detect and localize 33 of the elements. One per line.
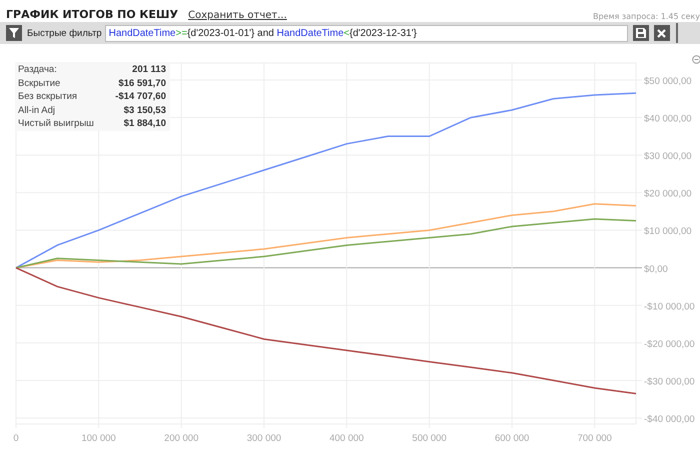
stat-value: -$14 707,60: [114, 90, 167, 104]
stat-label: All-in Adj: [17, 104, 56, 118]
y-tick-label: -$10 000,00: [644, 301, 695, 312]
stat-label: Чистый выигрыш: [17, 117, 95, 131]
y-tick-label: -$20 000,00: [644, 338, 695, 350]
stat-value: $16 591,70: [117, 76, 167, 90]
y-tick-label: $10 000,00: [644, 226, 692, 238]
stat-label: Раздача:: [17, 63, 58, 77]
report-title: ГРАФИК ИТОГОВ ПО КЕШУ: [6, 8, 178, 21]
x-tick-label: 500 000: [412, 433, 446, 444]
x-tick-label: 100 000: [82, 433, 116, 444]
quick-filter-label: Быстрые фильтр: [27, 28, 102, 38]
x-tick-label: 400 000: [330, 433, 364, 444]
y-tick-label: -$30 000,00: [644, 376, 695, 388]
x-tick-label: 0: [13, 433, 19, 444]
filter-query-field[interactable]: HandDateTime>={d'2023-01-01'} and HandDateTime<{d'2023-12-31'}: [104, 24, 628, 42]
y-tick-label: $50 000,00: [644, 76, 692, 87]
stat-label: Вскрытие: [17, 76, 62, 90]
stat-value: $1 884,10: [122, 117, 167, 131]
stat-value: $3 150,53: [122, 104, 167, 118]
x-tick-label: 300 000: [246, 433, 282, 444]
y-tick-label: $40 000,00: [644, 114, 692, 125]
stat-value: 201 113: [131, 63, 167, 77]
x-tick-label: 600 000: [494, 433, 530, 444]
y-tick-label: $20 000,00: [644, 188, 692, 200]
y-tick-label: $30 000,00: [644, 151, 692, 162]
x-tick-label: 700 000: [578, 433, 612, 444]
y-tick-label: -$40 000,00: [644, 414, 695, 425]
save-report-link[interactable]: Сохранить отчет...: [188, 10, 287, 21]
query-time: Время запроса: 1.45 секу: [592, 12, 700, 21]
stat-label: Без вскрытия: [17, 90, 78, 104]
x-tick-label: 200 000: [164, 433, 198, 444]
y-tick-label: $0,00: [644, 264, 668, 275]
